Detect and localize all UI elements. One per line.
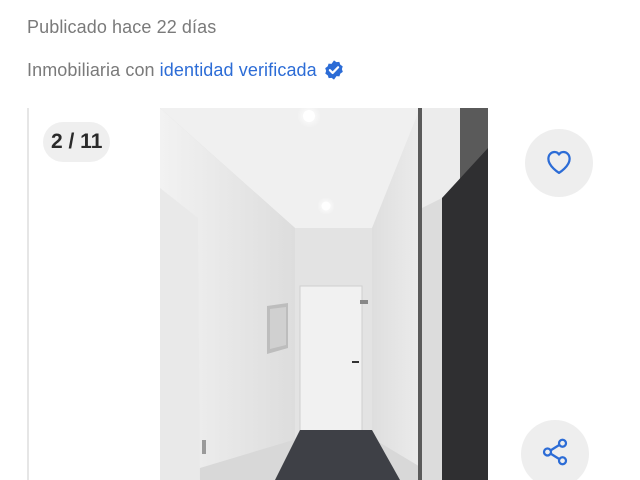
listing-page: Publicado hace 22 días Inmobiliaria con … <box>0 0 640 480</box>
agency-prefix: Inmobiliaria con <box>27 59 155 80</box>
published-date: Publicado hace 22 días <box>27 17 217 37</box>
heart-icon <box>544 147 574 180</box>
share-button[interactable] <box>521 420 589 480</box>
agency-info: Inmobiliaria con identidad verificada <box>27 59 345 81</box>
favorite-button[interactable] <box>525 129 593 197</box>
photo-counter: 2 / 11 <box>43 122 111 162</box>
listing-photo[interactable] <box>160 108 488 480</box>
share-icon <box>540 437 570 472</box>
photo-gallery[interactable]: 2 / 11 <box>27 108 640 480</box>
verified-identity-link[interactable]: identidad verificada <box>160 60 317 81</box>
verified-badge-icon <box>323 59 345 81</box>
